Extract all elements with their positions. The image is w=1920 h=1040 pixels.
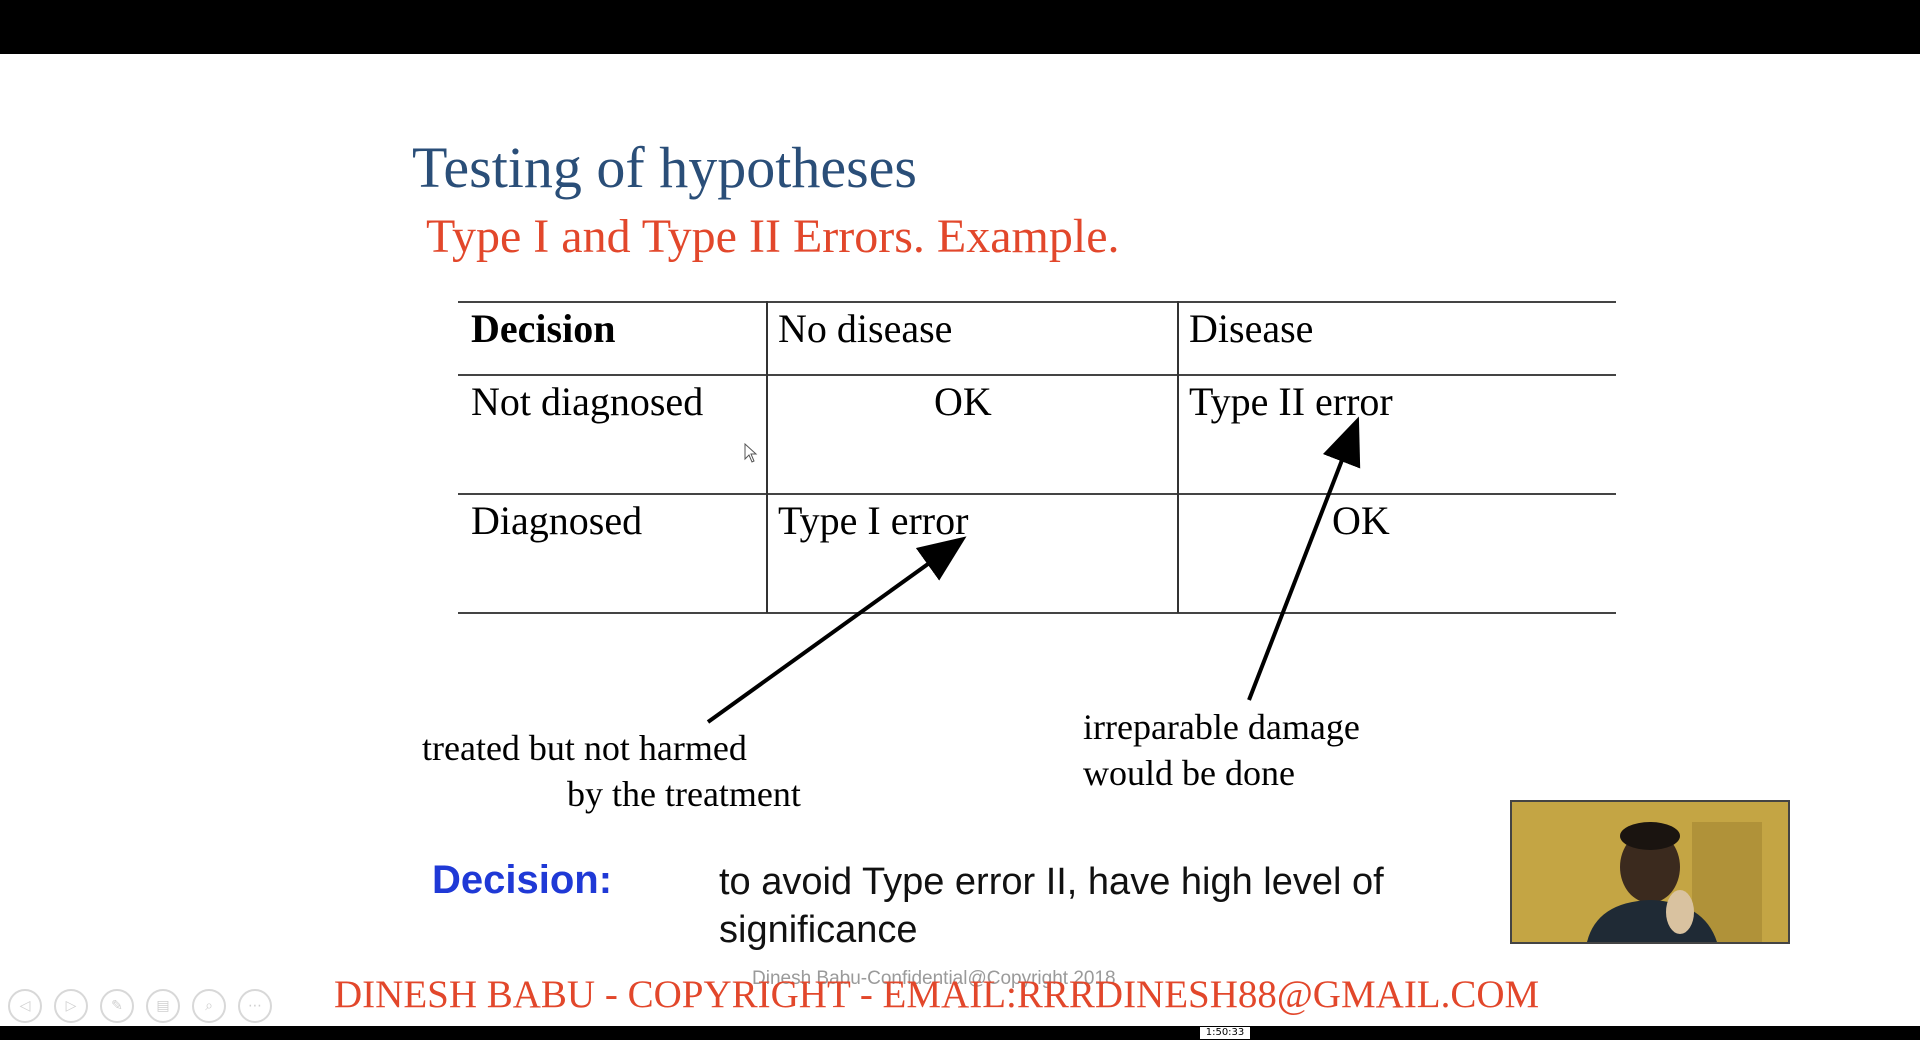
table-col-divider-1 xyxy=(766,301,768,613)
presenter-avatar-icon xyxy=(1512,802,1788,942)
see-all-slides-button[interactable]: ▤ xyxy=(146,989,180,1023)
row-diagnosed-label: Diagnosed xyxy=(471,498,643,543)
top-letterbox xyxy=(0,0,1920,54)
type-ii-note-line1: irreparable damage xyxy=(1083,707,1360,747)
more-options-button[interactable]: ⋯ xyxy=(238,989,272,1023)
prev-slide-button[interactable]: ◁ xyxy=(8,989,42,1023)
table-row-rule xyxy=(458,493,1616,495)
table-header-rule xyxy=(458,374,1616,376)
play-icon: ▷ xyxy=(65,998,77,1014)
next-slide-button[interactable]: ▷ xyxy=(54,989,88,1023)
table-top-rule xyxy=(458,301,1616,303)
copyright-footer: DINESH BABU - COPYRIGHT - EMAIL:RRRDINES… xyxy=(334,973,1540,1016)
zoom-button[interactable]: ⌕ xyxy=(192,989,226,1023)
decision-text-line2: significance xyxy=(719,909,918,951)
header-no-disease: No disease xyxy=(778,306,953,351)
type-i-note-line2: by the treatment xyxy=(567,774,801,814)
type-i-note-line1: treated but not harmed xyxy=(422,728,747,768)
cell-ok-2: OK xyxy=(1332,498,1390,543)
prev-icon: ◁ xyxy=(19,998,31,1014)
table-bottom-rule xyxy=(458,612,1616,614)
slide-title: Testing of hypotheses xyxy=(412,135,917,200)
header-disease: Disease xyxy=(1189,306,1314,351)
cell-type-i-error: Type I error xyxy=(778,498,969,543)
type-ii-note-line2: would be done xyxy=(1083,753,1295,793)
decision-label: Decision: xyxy=(432,858,613,902)
header-decision: Decision xyxy=(471,306,616,351)
table-col-divider-2 xyxy=(1177,301,1179,613)
video-seek-bar[interactable] xyxy=(0,1026,1920,1040)
cell-ok-1: OK xyxy=(934,379,992,424)
row-not-diagnosed-label: Not diagnosed xyxy=(471,379,704,424)
decision-text-line1: to avoid Type error II, have high level … xyxy=(719,861,1384,903)
decision-table: Decision No disease Disease Not diagnose… xyxy=(458,301,1616,614)
cell-type-ii-error: Type II error xyxy=(1189,379,1393,424)
zoom-icon: ⌕ xyxy=(205,998,213,1014)
pen-icon: ✎ xyxy=(111,998,123,1014)
pen-tool-button[interactable]: ✎ xyxy=(100,989,134,1023)
video-timecode: 1:50:33 xyxy=(1200,1027,1250,1039)
more-icon: ⋯ xyxy=(248,998,262,1014)
slide-subtitle: Type I and Type II Errors. Example. xyxy=(426,210,1120,263)
decision-text: to avoid Type error II, have high level … xyxy=(719,858,1519,954)
presentation-slide: Testing of hypotheses Type I and Type II… xyxy=(0,54,1920,1026)
pages-icon: ▤ xyxy=(156,998,170,1014)
presenter-webcam xyxy=(1510,800,1790,944)
